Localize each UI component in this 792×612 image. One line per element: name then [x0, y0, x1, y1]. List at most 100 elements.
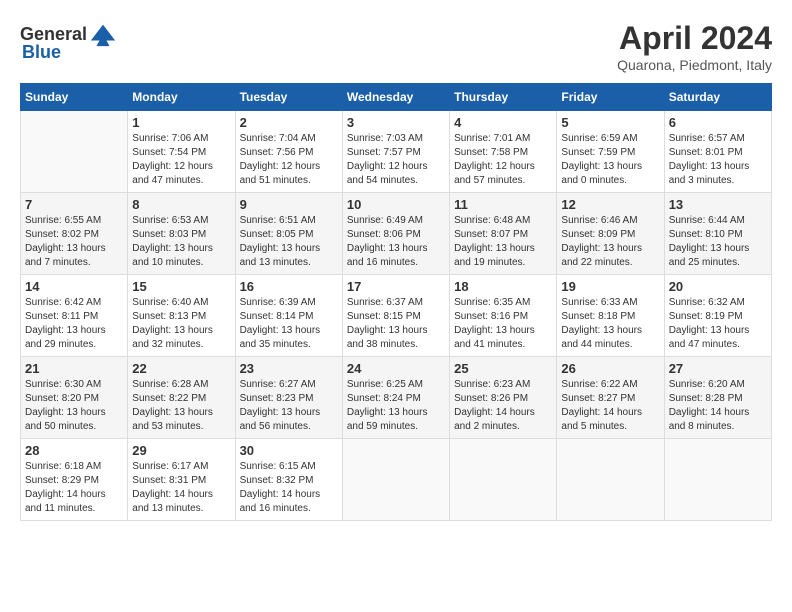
logo: General Blue [20, 20, 117, 63]
weekday-tuesday: Tuesday [235, 84, 342, 111]
day-number: 13 [669, 197, 767, 212]
calendar-cell: 1 Sunrise: 7:06 AM Sunset: 7:54 PM Daylig… [128, 111, 235, 193]
weekday-friday: Friday [557, 84, 664, 111]
day-info: Sunrise: 6:40 AM Sunset: 8:13 PM Dayligh… [132, 296, 230, 352]
weekday-monday: Monday [128, 84, 235, 111]
day-number: 9 [240, 197, 338, 212]
day-info: Sunrise: 6:49 AM Sunset: 8:06 PM Dayligh… [347, 214, 445, 270]
day-number: 8 [132, 197, 230, 212]
day-number: 4 [454, 115, 552, 130]
day-number: 23 [240, 361, 338, 376]
day-number: 1 [132, 115, 230, 130]
day-number: 6 [669, 115, 767, 130]
calendar-cell: 17 Sunrise: 6:37 AM Sunset: 8:15 PM Dayli… [342, 275, 449, 357]
day-info: Sunrise: 6:37 AM Sunset: 8:15 PM Dayligh… [347, 296, 445, 352]
calendar-cell: 29 Sunrise: 6:17 AM Sunset: 8:31 PM Dayli… [128, 439, 235, 521]
calendar-cell [557, 439, 664, 521]
day-number: 28 [25, 443, 123, 458]
weekday-wednesday: Wednesday [342, 84, 449, 111]
calendar-cell [450, 439, 557, 521]
day-info: Sunrise: 6:57 AM Sunset: 8:01 PM Dayligh… [669, 132, 767, 188]
day-info: Sunrise: 6:30 AM Sunset: 8:20 PM Dayligh… [25, 378, 123, 434]
calendar-cell: 16 Sunrise: 6:39 AM Sunset: 8:14 PM Dayli… [235, 275, 342, 357]
calendar-week-1: 1 Sunrise: 7:06 AM Sunset: 7:54 PM Daylig… [21, 111, 772, 193]
day-number: 10 [347, 197, 445, 212]
calendar-cell: 15 Sunrise: 6:40 AM Sunset: 8:13 PM Dayli… [128, 275, 235, 357]
day-info: Sunrise: 6:27 AM Sunset: 8:23 PM Dayligh… [240, 378, 338, 434]
day-info: Sunrise: 6:25 AM Sunset: 8:24 PM Dayligh… [347, 378, 445, 434]
day-info: Sunrise: 6:51 AM Sunset: 8:05 PM Dayligh… [240, 214, 338, 270]
weekday-header-row: SundayMondayTuesdayWednesdayThursdayFrid… [21, 84, 772, 111]
calendar-cell: 7 Sunrise: 6:55 AM Sunset: 8:02 PM Daylig… [21, 193, 128, 275]
day-number: 20 [669, 279, 767, 294]
location: Quarona, Piedmont, Italy [617, 57, 772, 73]
day-number: 16 [240, 279, 338, 294]
day-info: Sunrise: 6:15 AM Sunset: 8:32 PM Dayligh… [240, 460, 338, 516]
weekday-thursday: Thursday [450, 84, 557, 111]
calendar-cell: 24 Sunrise: 6:25 AM Sunset: 8:24 PM Dayli… [342, 357, 449, 439]
calendar-week-5: 28Sunrise: 6:18 AM Sunset: 8:29 PM Dayli… [21, 439, 772, 521]
day-number: 17 [347, 279, 445, 294]
calendar-cell: 22Sunrise: 6:28 AM Sunset: 8:22 PM Dayli… [128, 357, 235, 439]
day-info: Sunrise: 6:42 AM Sunset: 8:11 PM Dayligh… [25, 296, 123, 352]
day-info: Sunrise: 6:35 AM Sunset: 8:16 PM Dayligh… [454, 296, 552, 352]
calendar-week-4: 21 Sunrise: 6:30 AM Sunset: 8:20 PM Dayli… [21, 357, 772, 439]
day-number: 30 [240, 443, 338, 458]
day-info: Sunrise: 6:22 AM Sunset: 8:27 PM Dayligh… [561, 378, 659, 434]
day-info: Sunrise: 6:48 AM Sunset: 8:07 PM Dayligh… [454, 214, 552, 270]
day-number: 5 [561, 115, 659, 130]
calendar-cell: 20 Sunrise: 6:32 AM Sunset: 8:19 PM Dayli… [664, 275, 771, 357]
day-number: 25 [454, 361, 552, 376]
day-number: 22 [132, 361, 230, 376]
calendar-cell: 21 Sunrise: 6:30 AM Sunset: 8:20 PM Dayli… [21, 357, 128, 439]
calendar-cell: 6 Sunrise: 6:57 AM Sunset: 8:01 PM Daylig… [664, 111, 771, 193]
day-number: 27 [669, 361, 767, 376]
day-number: 14 [25, 279, 123, 294]
day-info: Sunrise: 7:04 AM Sunset: 7:56 PM Dayligh… [240, 132, 338, 188]
calendar-cell: 19 Sunrise: 6:33 AM Sunset: 8:18 PM Dayli… [557, 275, 664, 357]
calendar-cell: 23 Sunrise: 6:27 AM Sunset: 8:23 PM Dayli… [235, 357, 342, 439]
calendar-cell: 27Sunrise: 6:20 AM Sunset: 8:28 PM Dayli… [664, 357, 771, 439]
calendar-cell: 30 Sunrise: 6:15 AM Sunset: 8:32 PM Dayli… [235, 439, 342, 521]
day-number: 26 [561, 361, 659, 376]
calendar-cell [342, 439, 449, 521]
calendar-table: SundayMondayTuesdayWednesdayThursdayFrid… [20, 83, 772, 521]
title-section: April 2024 Quarona, Piedmont, Italy [617, 20, 772, 73]
weekday-sunday: Sunday [21, 84, 128, 111]
day-info: Sunrise: 7:03 AM Sunset: 7:57 PM Dayligh… [347, 132, 445, 188]
day-number: 11 [454, 197, 552, 212]
day-info: Sunrise: 6:23 AM Sunset: 8:26 PM Dayligh… [454, 378, 552, 434]
day-number: 21 [25, 361, 123, 376]
day-number: 19 [561, 279, 659, 294]
day-number: 7 [25, 197, 123, 212]
day-info: Sunrise: 7:06 AM Sunset: 7:54 PM Dayligh… [132, 132, 230, 188]
calendar-cell: 4 Sunrise: 7:01 AM Sunset: 7:58 PM Daylig… [450, 111, 557, 193]
calendar-cell: 3Sunrise: 7:03 AM Sunset: 7:57 PM Daylig… [342, 111, 449, 193]
logo-icon [89, 20, 117, 48]
calendar-cell: 9 Sunrise: 6:51 AM Sunset: 8:05 PM Daylig… [235, 193, 342, 275]
day-info: Sunrise: 6:55 AM Sunset: 8:02 PM Dayligh… [25, 214, 123, 270]
calendar-cell: 11 Sunrise: 6:48 AM Sunset: 8:07 PM Dayli… [450, 193, 557, 275]
calendar-cell: 25 Sunrise: 6:23 AM Sunset: 8:26 PM Dayli… [450, 357, 557, 439]
month-title: April 2024 [617, 20, 772, 57]
calendar-week-3: 14 Sunrise: 6:42 AM Sunset: 8:11 PM Dayli… [21, 275, 772, 357]
day-info: Sunrise: 6:17 AM Sunset: 8:31 PM Dayligh… [132, 460, 230, 516]
day-info: Sunrise: 7:01 AM Sunset: 7:58 PM Dayligh… [454, 132, 552, 188]
day-info: Sunrise: 6:32 AM Sunset: 8:19 PM Dayligh… [669, 296, 767, 352]
calendar-cell: 13 Sunrise: 6:44 AM Sunset: 8:10 PM Dayli… [664, 193, 771, 275]
calendar-cell: 10 Sunrise: 6:49 AM Sunset: 8:06 PM Dayli… [342, 193, 449, 275]
day-number: 29 [132, 443, 230, 458]
calendar-body: 1 Sunrise: 7:06 AM Sunset: 7:54 PM Daylig… [21, 111, 772, 521]
day-info: Sunrise: 6:33 AM Sunset: 8:18 PM Dayligh… [561, 296, 659, 352]
day-info: Sunrise: 6:39 AM Sunset: 8:14 PM Dayligh… [240, 296, 338, 352]
weekday-saturday: Saturday [664, 84, 771, 111]
calendar-cell: 8Sunrise: 6:53 AM Sunset: 8:03 PM Daylig… [128, 193, 235, 275]
calendar-cell: 5Sunrise: 6:59 AM Sunset: 7:59 PM Daylig… [557, 111, 664, 193]
page-header: General Blue April 2024 Quarona, Piedmon… [20, 20, 772, 73]
calendar-cell: 28Sunrise: 6:18 AM Sunset: 8:29 PM Dayli… [21, 439, 128, 521]
day-number: 18 [454, 279, 552, 294]
calendar-cell: 14 Sunrise: 6:42 AM Sunset: 8:11 PM Dayli… [21, 275, 128, 357]
day-number: 15 [132, 279, 230, 294]
day-info: Sunrise: 6:44 AM Sunset: 8:10 PM Dayligh… [669, 214, 767, 270]
day-number: 24 [347, 361, 445, 376]
